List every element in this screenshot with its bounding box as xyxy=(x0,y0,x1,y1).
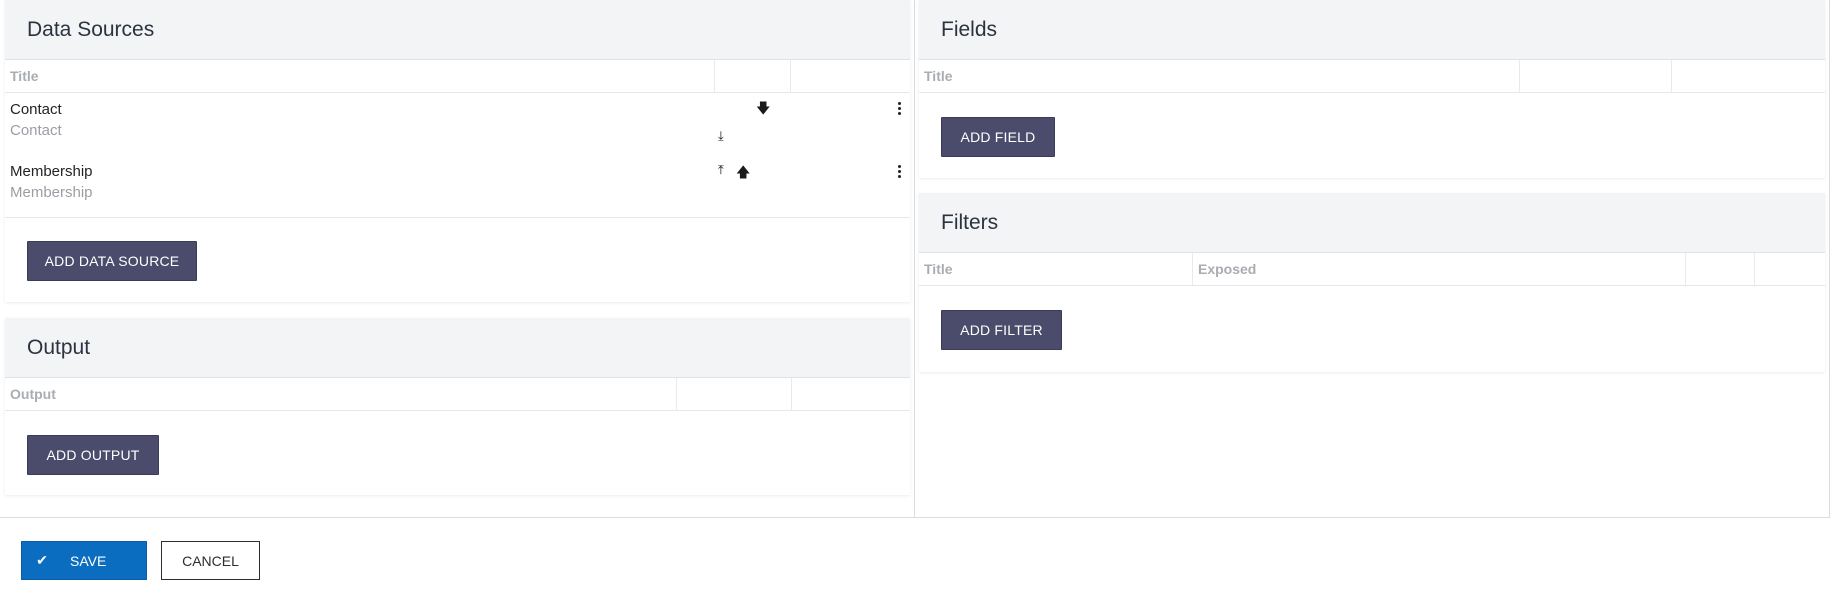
data-source-title: Contact xyxy=(10,101,62,118)
filters-table-header: Title Exposed xyxy=(919,253,1825,286)
row-menu-icon[interactable] xyxy=(898,102,902,115)
column-header-blank xyxy=(715,60,791,92)
column-header-blank xyxy=(792,378,910,410)
output-panel: Output Output ADD OUTPUT xyxy=(5,318,910,495)
column-header-blank xyxy=(1520,60,1672,92)
right-column: Fields Title ADD FIELD Filters Title Exp… xyxy=(915,0,1830,518)
save-button-label: SAVE xyxy=(70,552,107,569)
data-source-title: Membership xyxy=(10,163,93,180)
move-to-bottom-icon[interactable]: ⤓ xyxy=(718,129,724,142)
move-to-top-icon[interactable]: ⤒ xyxy=(718,163,724,176)
column-header-blank xyxy=(677,378,792,410)
fields-panel: Fields Title ADD FIELD xyxy=(919,0,1825,178)
data-sources-table-header: Title xyxy=(5,60,910,93)
save-button[interactable]: ✔ SAVE xyxy=(21,541,147,580)
data-sources-title: Data Sources xyxy=(27,17,155,41)
data-sources-header: Data Sources xyxy=(5,0,910,60)
output-header: Output xyxy=(5,318,910,378)
column-header-title: Title xyxy=(5,60,715,92)
data-source-subtitle: Contact xyxy=(10,122,62,139)
column-header-output: Output xyxy=(5,378,677,410)
filters-panel: Filters Title Exposed ADD FILTER xyxy=(919,193,1825,372)
fields-table-header: Title xyxy=(919,60,1825,93)
column-header-title: Title xyxy=(919,253,1193,285)
cancel-button[interactable]: CANCEL xyxy=(161,541,260,580)
add-data-source-button[interactable]: ADD DATA SOURCE xyxy=(27,241,197,281)
filters-title: Filters xyxy=(941,210,999,234)
column-header-blank xyxy=(1755,253,1825,285)
check-icon: ✔ xyxy=(36,552,48,568)
row-menu-icon[interactable] xyxy=(898,165,902,178)
add-field-button[interactable]: ADD FIELD xyxy=(941,117,1055,157)
column-header-blank xyxy=(1672,60,1825,92)
column-header-title: Title xyxy=(919,60,1520,92)
add-filter-button[interactable]: ADD FILTER xyxy=(941,310,1062,350)
output-title: Output xyxy=(27,335,91,359)
data-source-row: Contact Contact 🡇 ⤓ xyxy=(5,94,910,156)
add-output-button[interactable]: ADD OUTPUT xyxy=(27,435,159,475)
move-up-icon[interactable]: 🡅 xyxy=(736,165,750,179)
data-source-subtitle: Membership xyxy=(10,184,93,201)
filters-header: Filters xyxy=(919,193,1825,253)
column-header-exposed: Exposed xyxy=(1193,253,1686,285)
data-source-row: Membership Membership ⤒ 🡅 xyxy=(5,156,910,218)
column-header-blank xyxy=(1686,253,1755,285)
move-down-icon[interactable]: 🡇 xyxy=(756,101,770,115)
column-header-blank xyxy=(791,60,910,92)
output-table-header: Output xyxy=(5,378,910,411)
left-column: Data Sources Title Contact Contact 🡇 ⤓ M… xyxy=(0,0,915,518)
fields-header: Fields xyxy=(919,0,1825,60)
data-sources-panel: Data Sources Title Contact Contact 🡇 ⤓ M… xyxy=(5,0,910,302)
fields-title: Fields xyxy=(941,17,998,41)
